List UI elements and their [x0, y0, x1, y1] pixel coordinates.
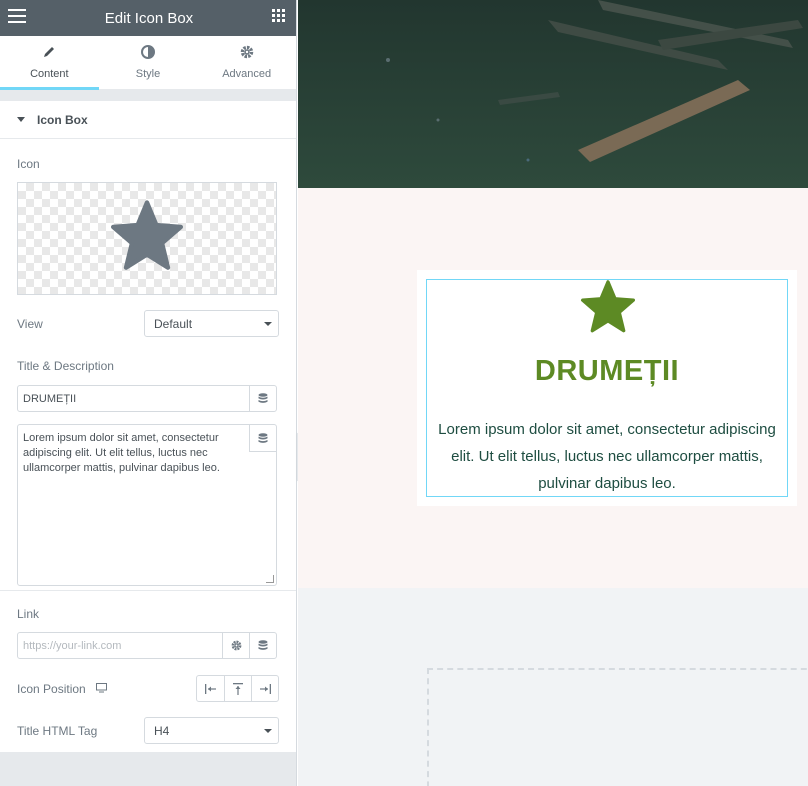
view-select-value: Default [154, 316, 193, 331]
tab-style[interactable]: Style [99, 36, 198, 89]
hamburger-menu-icon[interactable] [8, 8, 26, 28]
link-field-group [17, 632, 277, 659]
tab-content[interactable]: Content [0, 36, 99, 90]
title-tag-control: Title HTML Tag H4 [0, 717, 296, 744]
align-left-icon [204, 683, 216, 694]
forest-ground-image [298, 0, 808, 188]
spacer [0, 90, 296, 101]
editor-panel: Edit Icon Box Content Style Advanced Ico… [0, 0, 297, 786]
description-textarea[interactable]: Lorem ipsum dolor sit amet, consectetur … [17, 424, 277, 586]
panel-title: Edit Icon Box [104, 9, 194, 27]
tab-label: Advanced [222, 68, 272, 80]
align-right-icon [260, 683, 271, 694]
section-header[interactable]: Icon Box [0, 101, 296, 139]
icon-box-description: Lorem ipsum dolor sit amet, consectetur … [438, 421, 776, 492]
resize-handle-icon[interactable] [266, 575, 274, 583]
empty-column-placeholder[interactable] [427, 668, 808, 786]
panel-tabs: Content Style Advanced [0, 36, 296, 90]
view-label: View [17, 316, 43, 331]
gear-icon [231, 640, 241, 651]
link-options-button[interactable] [222, 633, 249, 658]
icon-picker[interactable] [17, 182, 277, 295]
link-control: Link [0, 591, 296, 632]
title-desc-label: Title & Description [17, 359, 114, 373]
view-control: View Default [0, 310, 296, 337]
title-tag-value: H4 [154, 723, 170, 738]
position-left-button[interactable] [197, 676, 224, 701]
icon-position-choices [196, 675, 279, 702]
align-top-icon [233, 682, 243, 695]
icon-position-label-group: Icon Position [17, 680, 107, 698]
gear-icon [240, 45, 254, 62]
hero-image [298, 0, 808, 188]
content-section: DRUMEȚII Lorem ipsum dolor sit amet, con… [298, 188, 808, 588]
view-select[interactable]: Default [144, 310, 279, 337]
title-tag-label: Title HTML Tag [17, 723, 98, 738]
half-circle-icon [141, 45, 155, 62]
section-title: Icon Box [37, 112, 88, 127]
link-label: Link [17, 607, 40, 621]
tab-label: Content [30, 68, 69, 80]
widgets-grid-icon[interactable] [271, 9, 285, 27]
section-link: Link Icon Position [0, 590, 296, 752]
empty-section [298, 588, 808, 786]
panel-header: Edit Icon Box [0, 0, 296, 36]
star-icon [109, 200, 185, 277]
link-input[interactable] [18, 633, 222, 658]
icon-label: Icon [17, 157, 40, 171]
icon-position-control: Icon Position [0, 675, 296, 702]
caret-down-icon [17, 117, 25, 122]
title-field-group [17, 385, 277, 412]
title-desc-control: Title & Description [0, 337, 296, 385]
position-top-button[interactable] [224, 676, 251, 701]
database-icon [258, 640, 268, 650]
dynamic-tags-button[interactable] [249, 386, 276, 411]
dynamic-tags-button[interactable] [249, 633, 276, 658]
desktop-icon[interactable] [95, 680, 107, 698]
icon-position-label: Icon Position [17, 681, 86, 696]
title-tag-select[interactable]: H4 [144, 717, 279, 744]
pencil-icon [42, 45, 56, 62]
section-icon-box: Icon Box Icon View Default Title & Descr… [0, 101, 296, 590]
tab-advanced[interactable]: Advanced [197, 36, 296, 89]
tab-label: Style [135, 68, 161, 80]
star-icon [579, 280, 637, 339]
dynamic-tags-button[interactable] [249, 425, 276, 452]
icon-box-title: DRUMEȚII [534, 355, 680, 387]
position-right-button[interactable] [251, 676, 278, 701]
description-text[interactable]: Lorem ipsum dolor sit amet, consectetur … [23, 431, 242, 476]
database-icon [258, 393, 268, 403]
database-icon [258, 432, 268, 443]
title-input[interactable] [18, 386, 249, 411]
page-preview: DRUMEȚII Lorem ipsum dolor sit amet, con… [298, 0, 808, 786]
icon-control: Icon [0, 139, 296, 173]
icon-box-widget[interactable]: DRUMEȚII Lorem ipsum dolor sit amet, con… [426, 279, 788, 497]
